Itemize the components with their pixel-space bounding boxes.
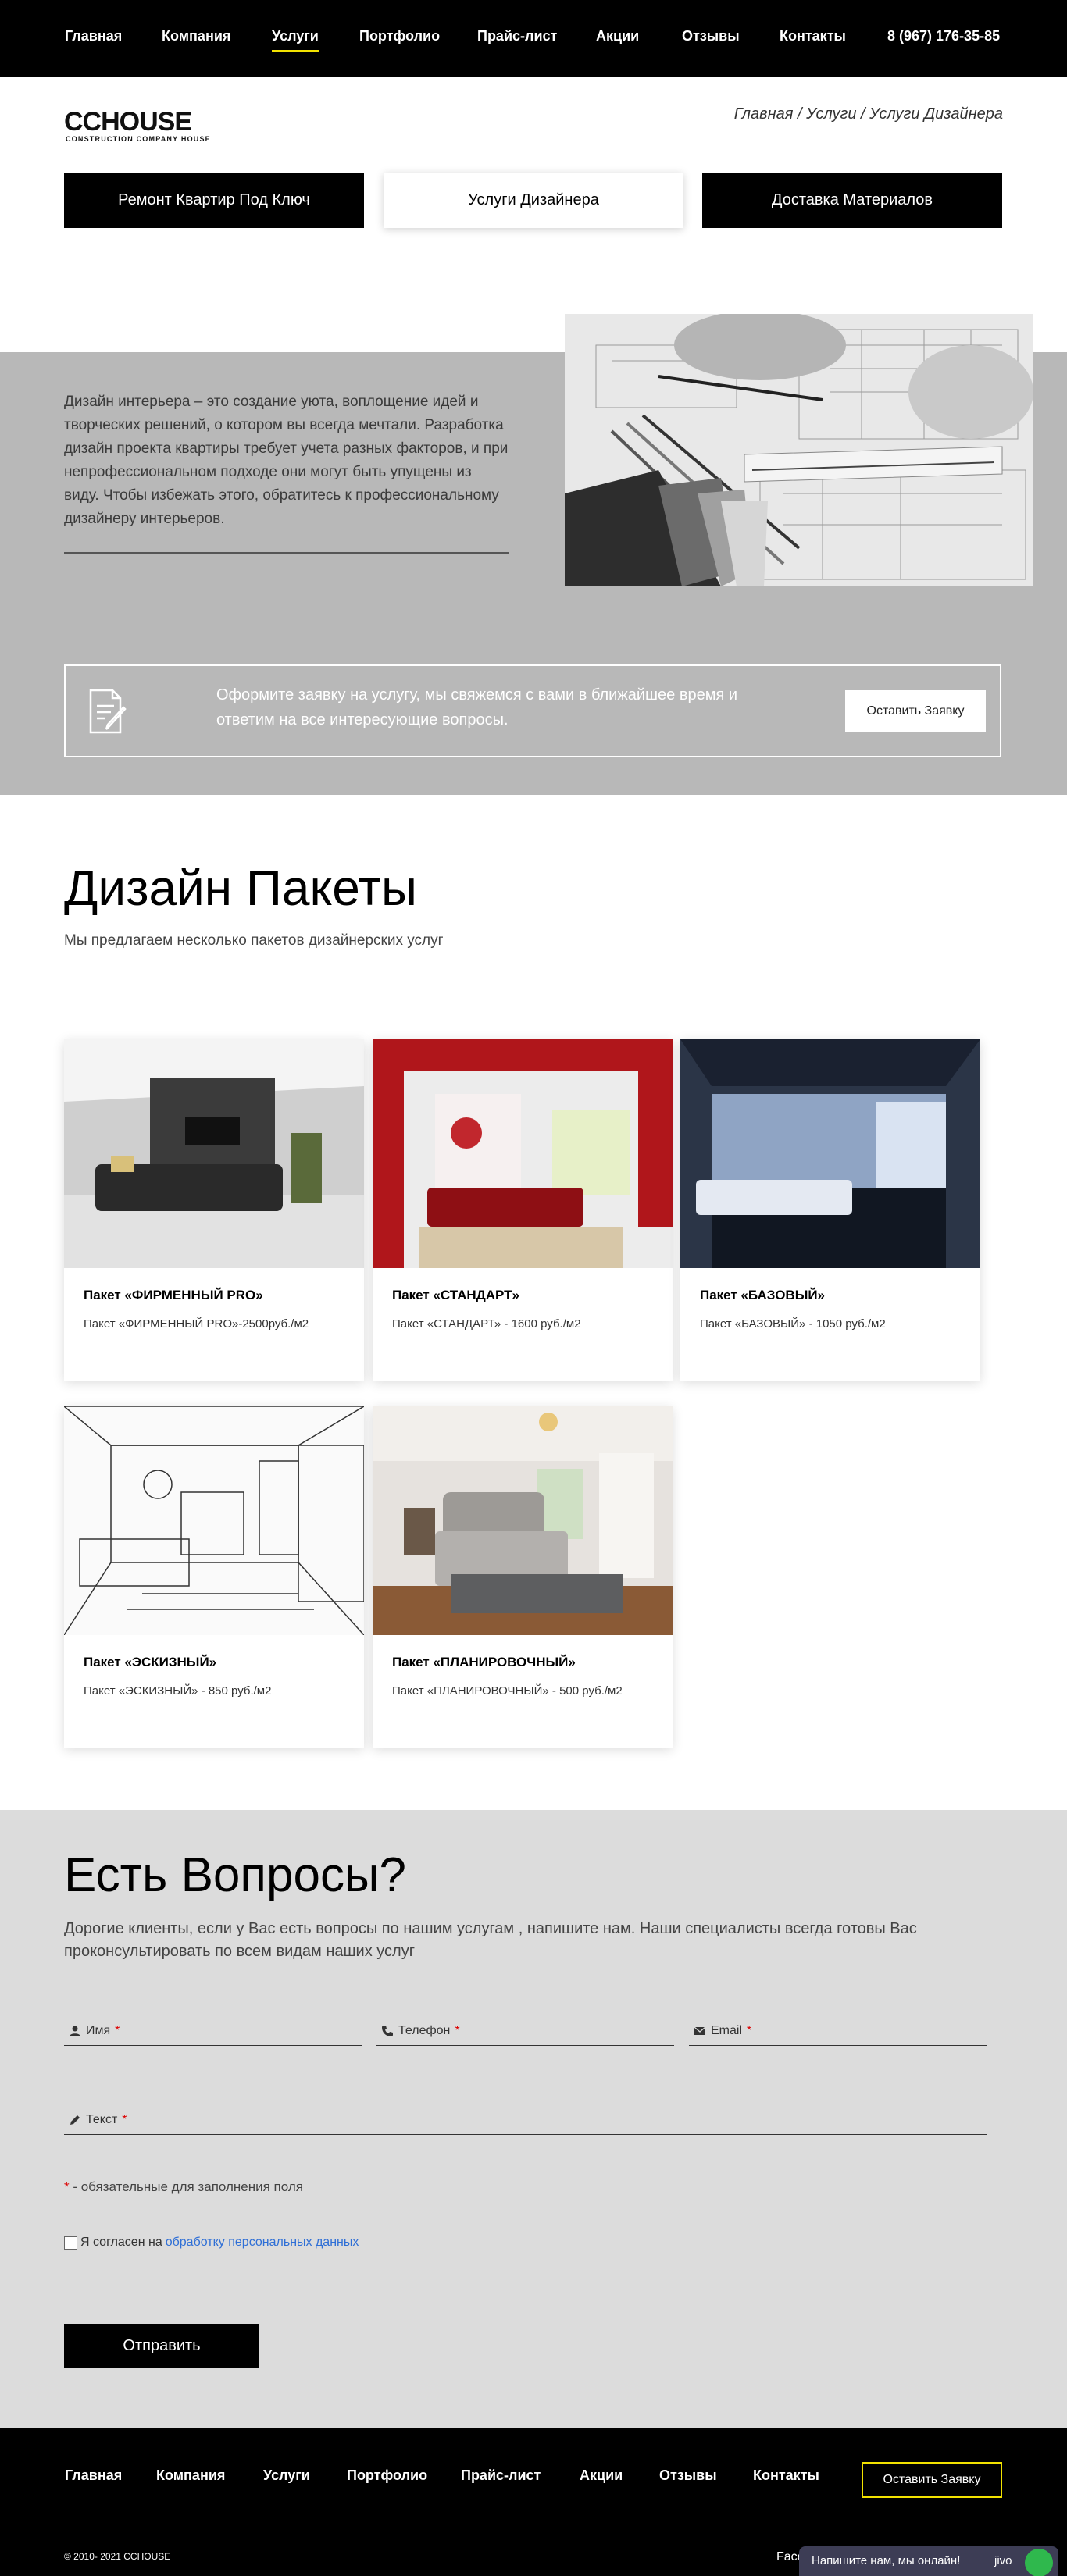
breadcrumb[interactable]: Главная / Услуги / Услуги Дизайнера xyxy=(734,105,1003,123)
chat-brand: jivo xyxy=(994,2554,1012,2567)
package-price: Пакет «ЭСКИЗНЫЙ» - 850 руб./м2 xyxy=(84,1684,272,1698)
envelope-icon xyxy=(694,2026,706,2035)
service-tab-renovation[interactable]: Ремонт Квартир Под Ключ xyxy=(64,173,364,228)
package-price: Пакет «СТАНДАРТ» - 1600 руб./м2 xyxy=(392,1317,581,1331)
chat-bubble-icon[interactable] xyxy=(1025,2549,1053,2576)
package-image xyxy=(373,1406,673,1635)
cta-banner: Оформите заявку на услугу, мы свяжемся с… xyxy=(64,664,1001,757)
document-pen-icon xyxy=(81,686,133,737)
footer-nav-promotions[interactable]: Акции xyxy=(580,2467,623,2484)
logo[interactable]: CCHOUSE CONSTRUCTION COMPANY HOUSE xyxy=(64,107,236,144)
package-image xyxy=(373,1039,673,1268)
submit-button[interactable]: Отправить xyxy=(64,2324,259,2368)
nav-item-home[interactable]: Главная xyxy=(65,28,122,45)
nav-item-contacts[interactable]: Контакты xyxy=(780,28,846,45)
designer-drawing-image xyxy=(565,314,1033,586)
required-star: * xyxy=(115,2024,120,2037)
user-icon xyxy=(70,2026,80,2036)
package-price: Пакет «ФИРМЕННЫЙ PRO»-2500руб./м2 xyxy=(84,1317,309,1331)
nav-item-services[interactable]: Услуги xyxy=(272,28,319,52)
request-button[interactable]: Оставить Заявку xyxy=(845,690,986,732)
packages-title: Дизайн Пакеты xyxy=(64,860,417,916)
message-label: Текст xyxy=(86,2113,118,2126)
copyright: © 2010- 2021 CCHOUSE xyxy=(64,2551,171,2562)
required-star: * xyxy=(455,2024,460,2037)
packages-subtitle: Мы предлагаем несколько пакетов дизайнер… xyxy=(64,932,444,949)
intro-text: Дизайн интерьера – это создание уюта, во… xyxy=(64,394,509,527)
package-title: Пакет «БАЗОВЫЙ» xyxy=(700,1288,826,1302)
phone-field[interactable]: Телефон * xyxy=(376,2022,674,2046)
email-label: Email xyxy=(711,2024,743,2037)
checkbox[interactable] xyxy=(64,2236,77,2250)
top-navigation: Главная Компания Услуги Портфолио Прайс-… xyxy=(0,0,1067,77)
divider xyxy=(64,552,509,554)
consent-checkbox[interactable]: Я согласен на обработку персональных дан… xyxy=(64,2236,359,2250)
required-star: * xyxy=(64,2179,70,2194)
footer-nav-services[interactable]: Услуги xyxy=(263,2467,310,2484)
privacy-policy-link[interactable]: обработку персональных данных xyxy=(166,2236,359,2250)
required-star: * xyxy=(122,2113,127,2126)
footer-nav-price-list[interactable]: Прайс-лист xyxy=(461,2467,541,2484)
email-field[interactable]: Email * xyxy=(689,2022,987,2046)
package-card[interactable]: Пакет «ФИРМЕННЫЙ PRO» Пакет «ФИРМЕННЫЙ P… xyxy=(64,1039,364,1381)
name-field[interactable]: Имя * xyxy=(64,2022,362,2046)
package-image xyxy=(680,1039,980,1268)
footer-nav-contacts[interactable]: Контакты xyxy=(753,2467,819,2484)
footer-nav-portfolio[interactable]: Портфолио xyxy=(347,2467,427,2484)
package-price: Пакет «БАЗОВЫЙ» - 1050 руб./м2 xyxy=(700,1317,886,1331)
consent-text: Я согласен на xyxy=(80,2236,162,2249)
package-title: Пакет «ФИРМЕННЫЙ PRO» xyxy=(84,1288,263,1302)
package-price: Пакет «ПЛАНИРОВОЧНЫЙ» - 500 руб./м2 xyxy=(392,1684,623,1698)
package-title: Пакет «ПЛАНИРОВОЧНЫЙ» xyxy=(392,1655,576,1669)
form-description: Дорогие клиенты, если у Вас есть вопросы… xyxy=(64,1920,917,1960)
message-field[interactable]: Текст * xyxy=(64,2111,987,2135)
service-tab-delivery[interactable]: Доставка Материалов xyxy=(702,173,1002,228)
logo-brand: CCHOUSE xyxy=(64,107,191,137)
footer-nav-home[interactable]: Главная xyxy=(65,2467,122,2484)
service-tab-designer[interactable]: Услуги Дизайнера xyxy=(384,173,683,228)
required-note: * - обязательные для заполнения поля xyxy=(64,2179,303,2195)
cta-text: Оформите заявку на услугу, мы свяжемся с… xyxy=(216,686,738,729)
logo-mark: CCHOUSE CONSTRUCTION COMPANY HOUSE xyxy=(64,107,211,143)
package-title: Пакет «СТАНДАРТ» xyxy=(392,1288,519,1302)
package-card[interactable]: Пакет «ПЛАНИРОВОЧНЫЙ» Пакет «ПЛАНИРОВОЧН… xyxy=(373,1406,673,1748)
phone-icon xyxy=(382,2026,393,2036)
nav-item-promotions[interactable]: Акции xyxy=(596,28,639,45)
footer-request-button[interactable]: Оставить Заявку xyxy=(862,2462,1002,2498)
package-image xyxy=(64,1039,364,1268)
logo-tagline: CONSTRUCTION COMPANY HOUSE xyxy=(66,135,211,143)
nav-item-portfolio[interactable]: Портфолио xyxy=(359,28,440,45)
nav-item-price-list[interactable]: Прайс-лист xyxy=(477,28,557,45)
phone-label: Телефон xyxy=(398,2024,451,2037)
package-title: Пакет «ЭСКИЗНЫЙ» xyxy=(84,1655,217,1669)
phone-link[interactable]: 8 (967) 176-35-85 xyxy=(887,28,1000,45)
required-star: * xyxy=(747,2024,752,2037)
name-label: Имя xyxy=(86,2024,111,2037)
chat-prompt: Напишите нам, мы онлайн! xyxy=(812,2554,961,2567)
package-card[interactable]: Пакет «БАЗОВЫЙ» Пакет «БАЗОВЫЙ» - 1050 р… xyxy=(680,1039,980,1381)
package-image xyxy=(64,1406,364,1635)
chat-widget[interactable]: Напишите нам, мы онлайн! jivo xyxy=(799,2546,1058,2576)
footer-nav-reviews[interactable]: Отзывы xyxy=(659,2467,717,2484)
form-title: Есть Вопросы? xyxy=(64,1848,406,1902)
pencil-icon xyxy=(70,2115,80,2125)
package-card[interactable]: Пакет «ЭСКИЗНЫЙ» Пакет «ЭСКИЗНЫЙ» - 850 … xyxy=(64,1406,364,1748)
package-card[interactable]: Пакет «СТАНДАРТ» Пакет «СТАНДАРТ» - 1600… xyxy=(373,1039,673,1381)
nav-item-company[interactable]: Компания xyxy=(162,28,230,45)
required-note-text: - обязательные для заполнения поля xyxy=(69,2179,303,2194)
nav-item-reviews[interactable]: Отзывы xyxy=(682,28,740,45)
footer-nav-company[interactable]: Компания xyxy=(156,2467,225,2484)
